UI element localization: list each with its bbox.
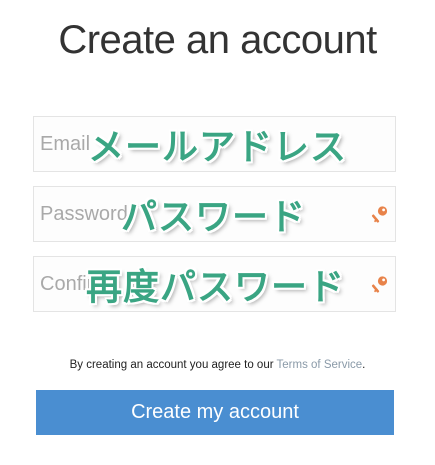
email-field[interactable]: [33, 116, 396, 172]
terms-of-service-link[interactable]: Terms of Service: [277, 359, 363, 371]
confirm-password-input[interactable]: [34, 257, 395, 311]
page-title: Create an account: [58, 18, 377, 62]
terms-suffix: .: [362, 359, 366, 371]
password-field[interactable]: [33, 186, 396, 242]
create-account-button[interactable]: Create my account: [36, 390, 394, 435]
terms-notice: By creating an account you agree to our …: [0, 359, 435, 371]
password-input[interactable]: [34, 187, 395, 241]
terms-text: By creating an account you agree to our: [69, 359, 277, 371]
email-input[interactable]: [34, 117, 395, 171]
key-icon[interactable]: [371, 275, 389, 295]
confirm-password-field[interactable]: [33, 256, 396, 312]
key-icon[interactable]: [371, 205, 389, 225]
